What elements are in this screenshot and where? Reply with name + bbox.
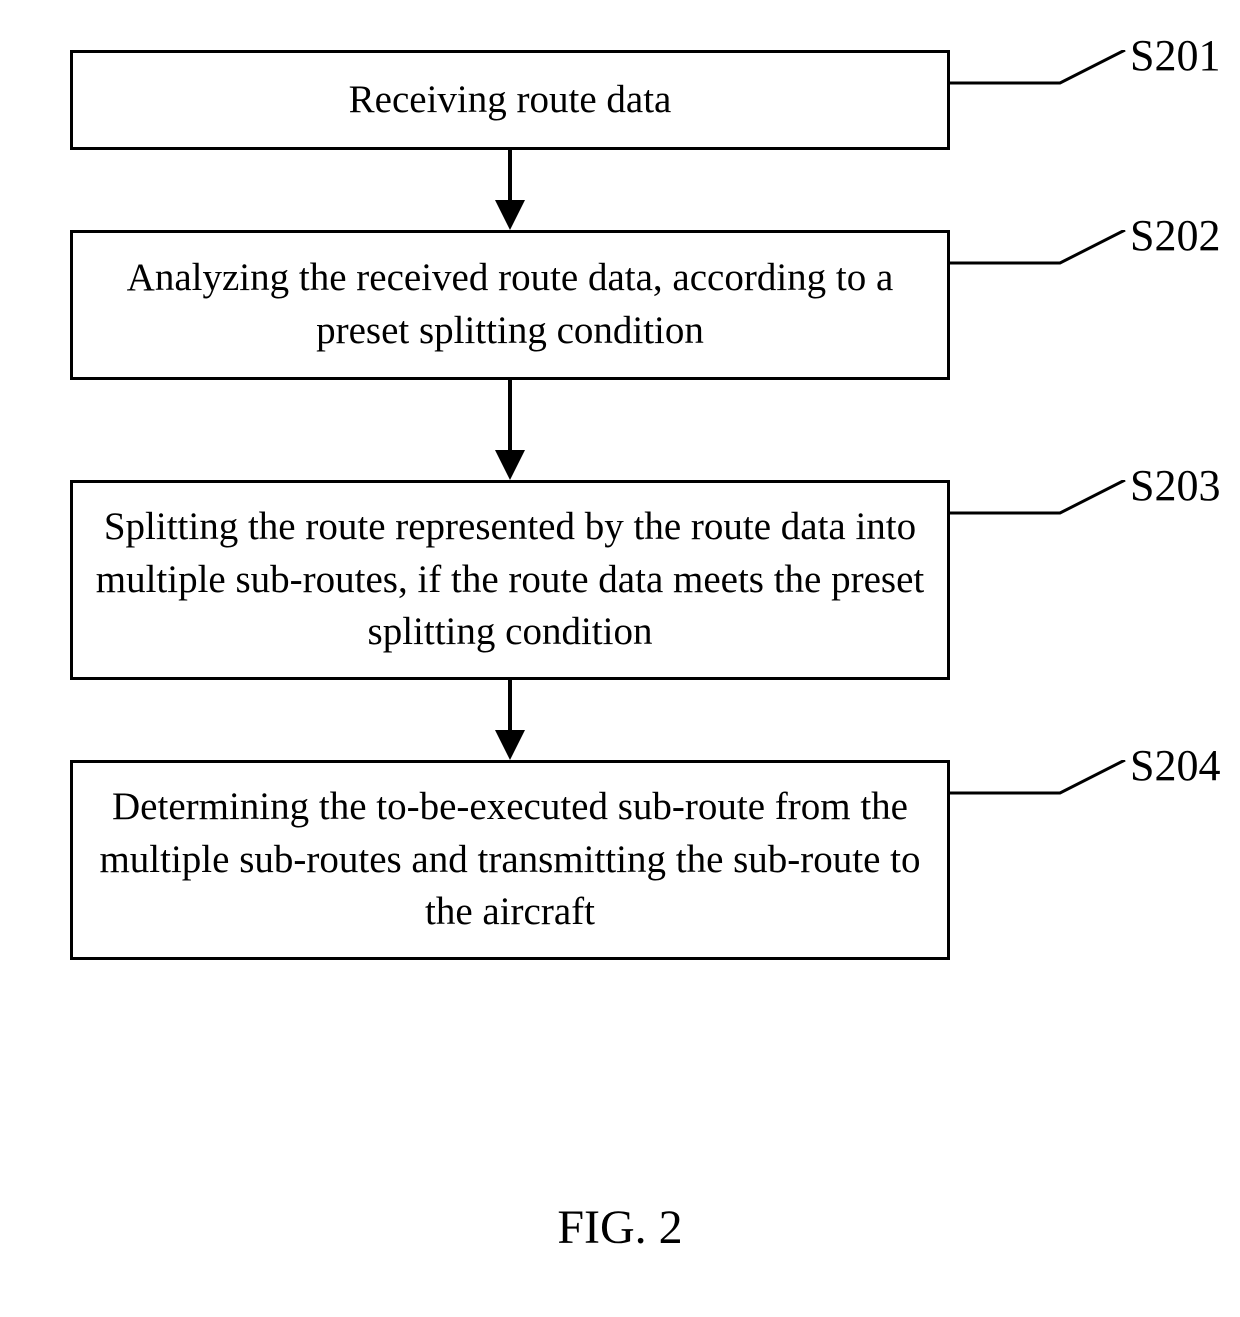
step-text-1: Receiving route data [349,74,672,127]
step-row-1: Receiving route data S201 [70,50,1170,150]
step-label-3: S203 [1130,460,1220,511]
step-row-2: Analyzing the received route data, accor… [70,230,1170,380]
figure-caption: FIG. 2 [0,1200,1240,1255]
connector-line-4 [950,760,1130,820]
arrow-3 [70,680,950,760]
arrow-2 [70,380,950,480]
step-row-4: Determining the to-be-executed sub-route… [70,760,1170,960]
step-label-2: S202 [1130,210,1220,261]
step-text-3: Splitting the route represented by the r… [93,501,927,659]
step-text-2: Analyzing the received route data, accor… [93,252,927,357]
connector-line-1 [950,50,1130,110]
arrow-1 [70,150,950,230]
connector-line-3 [950,480,1130,540]
flowchart: Receiving route data S201 Analyzing the … [70,50,1170,960]
step-label-1: S201 [1130,30,1220,81]
connector-line-2 [950,230,1130,290]
step-box-4: Determining the to-be-executed sub-route… [70,760,950,960]
step-row-3: Splitting the route represented by the r… [70,480,1170,680]
step-box-1: Receiving route data [70,50,950,150]
step-box-2: Analyzing the received route data, accor… [70,230,950,380]
step-box-3: Splitting the route represented by the r… [70,480,950,680]
step-label-4: S204 [1130,740,1220,791]
step-text-4: Determining the to-be-executed sub-route… [93,781,927,939]
